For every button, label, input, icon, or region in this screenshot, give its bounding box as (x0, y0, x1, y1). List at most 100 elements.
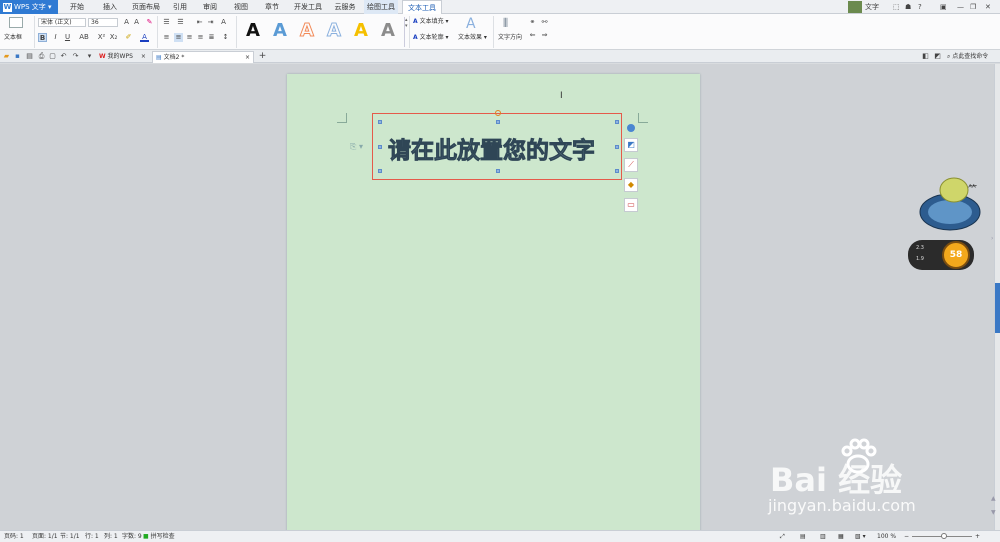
view-outline-icon[interactable]: ▦ (838, 531, 844, 542)
feedback-icon[interactable]: ☗ (905, 2, 911, 12)
app-menu-button[interactable]: W WPS 文字 ▾ (0, 0, 58, 14)
shrink-font-icon[interactable]: A (132, 18, 141, 27)
clear-format-icon[interactable]: ✎ (145, 18, 154, 27)
zoom-out-icon[interactable]: − (904, 531, 909, 542)
tab-close-icon[interactable]: × (141, 53, 146, 60)
doc-tab-document2[interactable]: ▤ 文档2 * × (152, 51, 254, 63)
text-direction-button[interactable]: 文字方向 (498, 34, 522, 42)
help-button[interactable]: ? (918, 2, 922, 12)
share-icon[interactable]: ◩ (933, 52, 942, 61)
textbox-icon[interactable] (9, 17, 23, 28)
floating-widget-art[interactable]: ⺮ (916, 174, 988, 234)
resize-handle[interactable] (496, 120, 500, 124)
preview-icon[interactable]: ▢ (48, 52, 57, 61)
increase-indent-icon[interactable]: ⇥ (206, 18, 215, 27)
export-pdf-icon[interactable]: ▤ (25, 52, 34, 61)
resize-handle[interactable] (615, 120, 619, 124)
bullet-list-icon[interactable]: ☰ (162, 18, 171, 27)
find-command-field[interactable]: ⌕ 点此查找命令 (947, 53, 988, 61)
line-spacing-icon[interactable]: ↕ (221, 33, 230, 42)
view-page-icon[interactable]: ▤ (800, 531, 806, 542)
tab-7[interactable]: 开发工具 (290, 0, 326, 14)
user-name[interactable]: 文字 (865, 2, 879, 12)
unlink-textbox-icon[interactable]: ⚯ (540, 18, 549, 27)
undo-icon[interactable]: ↶ (59, 52, 68, 61)
rotate-handle[interactable] (495, 110, 501, 116)
resize-handle[interactable] (378, 169, 382, 173)
prev-textbox-icon[interactable]: ⇐ (528, 31, 537, 40)
numbered-list-icon[interactable]: ☰ (176, 18, 185, 27)
tab-10[interactable]: 文本工具 (402, 0, 442, 14)
tab-1[interactable]: 插入 (96, 0, 124, 14)
text-direction-small-icon[interactable]: A (219, 18, 228, 27)
next-textbox-icon[interactable]: ⇒ (540, 31, 549, 40)
avatar[interactable] (848, 1, 862, 13)
resize-handle[interactable] (378, 120, 382, 124)
view-reading-icon[interactable]: ▧ ▾ (855, 531, 866, 542)
tab-0[interactable]: 开始 (60, 0, 94, 14)
align-left-icon[interactable]: ≡ (162, 33, 171, 42)
link-textbox-icon[interactable]: ⚭ (528, 18, 537, 27)
net-speed-widget[interactable]: 2.3 1.9 58 (908, 240, 974, 270)
page-up-icon[interactable]: › (991, 235, 993, 242)
comment-icon[interactable]: ◧ (921, 52, 930, 61)
shape-outline-icon[interactable]: ▭ (624, 198, 638, 212)
layout-options-icon[interactable] (627, 124, 635, 132)
textbox-button[interactable]: 文本框 (4, 34, 22, 42)
text-effect-icon[interactable]: A (466, 16, 476, 32)
strikethrough-button[interactable]: AB (78, 33, 90, 42)
resize-handle[interactable] (615, 169, 619, 173)
tab-9[interactable]: 绘图工具 (364, 0, 398, 14)
text-style-5[interactable]: A (381, 20, 395, 42)
open-icon[interactable]: ▰ (2, 52, 11, 61)
outline-pen-icon[interactable]: ⟋ (624, 158, 638, 172)
minimize-icon[interactable]: — (957, 2, 964, 12)
underline-button[interactable]: U (63, 33, 72, 42)
bold-button[interactable]: B (38, 33, 47, 42)
zoom-level[interactable]: 100 % (877, 531, 896, 542)
maximize-icon[interactable]: ❐ (970, 2, 976, 12)
align-right-icon[interactable]: ≡ (185, 33, 194, 42)
text-effect-button[interactable]: 文本效果 ▾ (458, 34, 487, 42)
resize-handle[interactable] (496, 169, 500, 173)
scrollbar-thumb[interactable] (995, 283, 1000, 333)
tab-4[interactable]: 审阅 (196, 0, 224, 14)
doc-tab-mywps[interactable]: W 我的WPS × (96, 51, 152, 63)
redo-icon[interactable]: ↷ (71, 52, 80, 61)
text-style-4[interactable]: A (354, 20, 368, 42)
italic-button[interactable]: I (51, 33, 60, 42)
text-style-0[interactable]: A (246, 20, 260, 42)
status-word-count[interactable]: 字数: 9 (122, 531, 142, 542)
close-icon[interactable]: ✕ (985, 2, 991, 12)
spell-check-toggle[interactable]: ■ 拼写检查 (143, 531, 175, 542)
tab-3[interactable]: 引用 (168, 0, 192, 14)
superscript-button[interactable]: X² (97, 33, 106, 42)
resize-handle[interactable] (615, 145, 619, 149)
text-style-2[interactable]: A (300, 20, 315, 42)
justify-icon[interactable]: ≡ (196, 33, 205, 42)
font-color-icon[interactable]: A (140, 33, 149, 42)
text-style-1[interactable]: A (273, 20, 287, 42)
view-fullscreen-icon[interactable]: ⤢ (780, 531, 785, 542)
font-size-select[interactable]: 36 (88, 18, 118, 27)
edit-shape-icon[interactable]: ◩ (624, 138, 638, 152)
text-box-content[interactable]: 请在此放置您的文字 (388, 131, 618, 165)
save-icon[interactable]: ▪ (13, 52, 22, 61)
align-center-icon[interactable]: ≡ (174, 33, 183, 42)
customize-toolbar-icon[interactable]: ▾ (85, 52, 94, 61)
tab-6[interactable]: 章节 (258, 0, 286, 14)
text-style-3[interactable]: A (327, 20, 342, 42)
tab-8[interactable]: 云服务 (330, 0, 360, 14)
distribute-icon[interactable]: ≣ (207, 33, 216, 42)
prev-page-icon[interactable]: ▲ (991, 495, 996, 502)
restore-ribbon-icon[interactable]: ▣ (940, 2, 947, 12)
resize-handle[interactable] (378, 145, 382, 149)
print-icon[interactable]: ⎙ (37, 52, 46, 61)
tab-2[interactable]: 页面布局 (126, 0, 166, 14)
decrease-indent-icon[interactable]: ⇤ (195, 18, 204, 27)
tab-close-icon[interactable]: × (245, 52, 250, 64)
zoom-in-icon[interactable]: + (975, 531, 980, 542)
skin-icon[interactable]: ⬚ (893, 2, 900, 12)
zoom-slider-thumb[interactable] (941, 533, 947, 539)
subscript-button[interactable]: X₂ (109, 33, 118, 42)
